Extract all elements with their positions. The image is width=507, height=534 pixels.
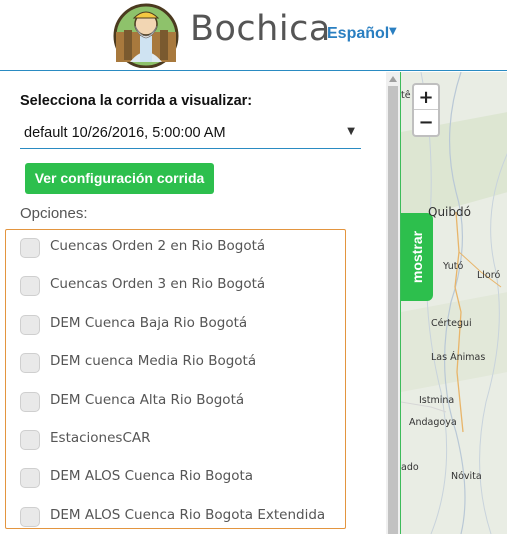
language-selector[interactable]: Español	[327, 25, 389, 43]
checkbox[interactable]	[20, 392, 40, 412]
map-place-label: Andagoya	[409, 417, 457, 428]
app-header: Bochica Español ▼	[0, 0, 507, 71]
options-label: Opciones:	[20, 205, 88, 222]
map-place-label: Quibdó	[428, 205, 471, 219]
checkbox[interactable]	[20, 468, 40, 488]
checkbox[interactable]	[20, 276, 40, 296]
show-panel-toggle[interactable]: mostrar	[401, 213, 433, 301]
map-place-label: tê	[401, 90, 411, 101]
checkbox[interactable]	[20, 238, 40, 258]
bochica-logo	[113, 3, 179, 68]
option-label[interactable]: DEM ALOS Cuenca Rio Bogota	[50, 468, 253, 484]
run-select-value[interactable]: default 10/26/2016, 5:00:00 AM	[24, 125, 226, 141]
option-label[interactable]: Cuencas Orden 2 en Rio Bogotá	[50, 238, 265, 254]
checkbox[interactable]	[20, 353, 40, 373]
caret-down-icon[interactable]: ▼	[347, 126, 355, 137]
caret-down-icon[interactable]: ▼	[389, 26, 397, 37]
view-config-button[interactable]: Ver configuración corrida	[25, 163, 214, 194]
run-select-label: Selecciona la corrida a visualizar:	[20, 93, 253, 109]
zoom-control: + −	[412, 83, 440, 137]
map-place-label: Istmina	[419, 395, 455, 406]
zoom-in-button[interactable]: +	[414, 85, 438, 110]
option-label[interactable]: DEM cuenca Media Rio Bogotá	[50, 353, 256, 369]
run-select[interactable]: default 10/26/2016, 5:00:00 AM ▼	[20, 117, 361, 149]
checkbox[interactable]	[20, 315, 40, 335]
option-label[interactable]: DEM Cuenca Baja Rio Bogotá	[50, 315, 247, 331]
panel-scrollbar[interactable]	[386, 72, 400, 534]
map-place-label: Nóvita	[451, 471, 482, 482]
show-panel-label[interactable]: mostrar	[409, 231, 425, 283]
scroll-up-arrow-icon[interactable]	[389, 76, 397, 82]
checkbox[interactable]	[20, 430, 40, 450]
map-place-label: Las Ánimas	[431, 352, 486, 363]
app-title: Bochica	[190, 9, 331, 49]
map-place-label: Yutó	[443, 261, 464, 272]
side-panel: Selecciona la corrida a visualizar: defa…	[0, 72, 386, 534]
map-place-label: Lloró	[477, 270, 501, 281]
option-label[interactable]: Cuencas Orden 3 en Rio Bogotá	[50, 276, 265, 292]
zoom-out-button[interactable]: −	[414, 110, 438, 135]
option-label[interactable]: EstacionesCAR	[50, 430, 151, 446]
map-place-label: ado	[401, 462, 419, 473]
scrollbar-thumb[interactable]	[388, 86, 398, 534]
option-label[interactable]: DEM Cuenca Alta Rio Bogotá	[50, 392, 244, 408]
map-view[interactable]: + − mostrar tê Quibdó Yutó Lloró Cértegu…	[400, 72, 507, 534]
map-place-label: Cértegui	[431, 318, 472, 329]
option-label[interactable]: DEM ALOS Cuenca Rio Bogota Extendida	[50, 507, 325, 523]
checkbox[interactable]	[20, 507, 40, 527]
options-list: Cuencas Orden 2 en Rio Bogotá Cuencas Or…	[5, 229, 346, 529]
